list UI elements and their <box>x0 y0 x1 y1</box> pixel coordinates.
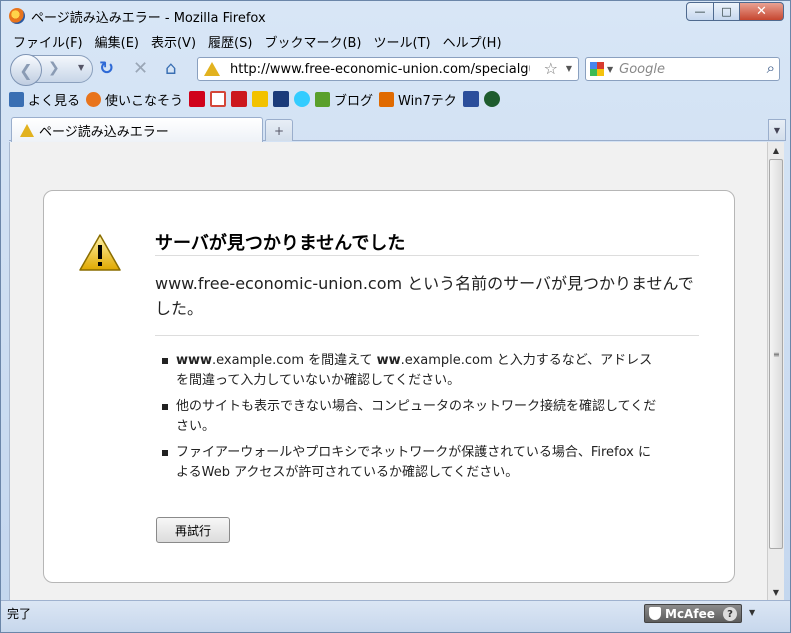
new-tab-button[interactable]: + <box>265 119 293 141</box>
back-forward-group: ❮ ❯ ▼ <box>10 54 93 86</box>
maximize-button[interactable]: □ <box>714 2 740 21</box>
google-icon[interactable] <box>590 62 604 76</box>
magnifier-icon <box>9 91 24 107</box>
url-input[interactable]: http://www.free-economic-union.com/speci… <box>230 62 530 77</box>
title-bar: ページ読み込みエラー - Mozilla Firefox — □ ✕ <box>1 1 790 31</box>
retry-button[interactable]: 再試行 <box>156 517 230 543</box>
mcafee-shield-icon <box>649 607 661 620</box>
warning-icon <box>20 123 34 137</box>
gmail-icon[interactable] <box>210 91 227 107</box>
n-icon[interactable] <box>483 91 500 107</box>
search-bar[interactable]: ▼ Google ⌕ <box>585 57 780 81</box>
search-input[interactable]: Google <box>619 62 665 77</box>
menu-file[interactable]: ファイル(F) <box>7 32 89 51</box>
divider <box>155 335 699 336</box>
bookmark-label: 使いこなそう <box>105 93 184 109</box>
warning-icon <box>204 62 220 76</box>
list-item: ファイアーウォールやプロキシでネットワークが保護されている場合、Firefox … <box>162 443 662 483</box>
bookmark-most-visited[interactable]: よく見る <box>9 90 80 109</box>
tab-page-load-error[interactable]: ページ読み込みエラー <box>11 117 263 142</box>
help-icon[interactable]: ? <box>723 607 737 621</box>
tab-list-dropdown-icon[interactable]: ▼ <box>768 119 786 141</box>
firefox-icon <box>9 8 25 24</box>
url-bar[interactable]: http://www.free-economic-union.com/speci… <box>197 57 579 81</box>
ww-icon[interactable] <box>462 91 479 107</box>
menu-history[interactable]: 履歴(S) <box>202 32 258 51</box>
status-text: 完了 <box>7 607 32 621</box>
bullet-icon <box>162 404 168 410</box>
menu-edit[interactable]: 編集(E) <box>89 32 145 51</box>
star-icon[interactable]: ☆ <box>544 59 558 78</box>
mcafee-label: McAfee <box>665 606 715 621</box>
menu-bar: ファイル(F) 編集(E) 表示(V) 履歴(S) ブックマーク(B) ツール(… <box>7 31 508 51</box>
scrollbar-thumb[interactable]: ≡ <box>769 159 783 549</box>
error-suggestions: www.example.com を間違えて ww.example.com と入力… <box>162 351 662 489</box>
home-icon[interactable]: ⌂ <box>165 59 176 79</box>
youtube-icon[interactable] <box>231 91 248 107</box>
navigation-toolbar: ❮ ❯ ▼ ↻ ✕ ⌂ http://www.free-economic-uni… <box>7 53 786 86</box>
menu-view[interactable]: 表示(V) <box>145 32 202 51</box>
twitter-icon[interactable] <box>294 91 311 107</box>
list-item: 他のサイトも表示できない場合、コンピュータのネットワーク接続を確認してください。 <box>162 397 662 437</box>
vertical-scrollbar[interactable]: ▲ ≡ ▼ <box>767 142 784 600</box>
window-title: ページ読み込みエラー - Mozilla Firefox <box>31 10 266 26</box>
forward-button[interactable]: ❯ <box>48 60 60 76</box>
u-icon[interactable] <box>273 91 290 107</box>
menu-tools[interactable]: ツール(T) <box>368 32 437 51</box>
bullet-icon <box>162 450 168 456</box>
close-button[interactable]: ✕ <box>740 2 784 21</box>
divider <box>155 255 699 256</box>
bookmark-getting-started[interactable]: 使いこなそう <box>86 90 183 109</box>
blog-icon <box>315 91 331 107</box>
bullet-icon <box>162 358 168 364</box>
error-page-container: サーバが見つかりませんでした www.free-economic-union.c… <box>43 190 735 583</box>
win7-icon <box>379 91 395 107</box>
error-description: www.free-economic-union.com という名前のサーバが見つ… <box>155 274 694 318</box>
bookmark-win7[interactable]: Win7テク <box>379 90 457 109</box>
url-dropdown-icon[interactable]: ▼ <box>566 64 572 73</box>
warning-icon <box>79 234 121 271</box>
back-button[interactable]: ❮ <box>10 54 42 86</box>
mcafee-site-advisor[interactable]: McAfee ? <box>644 604 742 623</box>
bookmark-yellow-icon[interactable] <box>252 91 269 107</box>
scroll-up-icon[interactable]: ▲ <box>768 142 784 158</box>
window-controls: — □ ✕ <box>686 2 784 21</box>
browser-window: ページ読み込みエラー - Mozilla Firefox — □ ✕ ファイル(… <box>0 0 791 633</box>
tab-bar: ページ読み込みエラー + ▼ <box>9 115 786 142</box>
reload-icon[interactable]: ↻ <box>99 59 114 79</box>
bookmark-blog[interactable]: ブログ <box>315 90 373 109</box>
grip-icon: ≡ <box>773 350 780 359</box>
menu-bookmarks[interactable]: ブックマーク(B) <box>258 32 367 51</box>
bookmark-label: よく見る <box>28 93 81 109</box>
status-bar: 完了 McAfee ? ▼ <box>1 600 790 632</box>
search-engine-dropdown-icon[interactable]: ▼ <box>607 65 613 74</box>
tab-label: ページ読み込みエラー <box>39 124 169 140</box>
bookmark-label: ブログ <box>334 93 374 109</box>
stop-icon[interactable]: ✕ <box>133 59 148 79</box>
bookmark-label: Win7テク <box>398 93 457 109</box>
history-dropdown-icon[interactable]: ▼ <box>78 63 84 72</box>
minimize-button[interactable]: — <box>686 2 714 21</box>
back-arrow-icon: ❮ <box>19 60 33 80</box>
search-icon[interactable]: ⌕ <box>767 59 775 77</box>
mcafee-dropdown-icon[interactable]: ▼ <box>749 608 755 617</box>
scroll-down-icon[interactable]: ▼ <box>768 584 784 600</box>
error-title: サーバが見つかりませんでした <box>155 233 406 254</box>
list-item: www.example.com を間違えて ww.example.com と入力… <box>162 351 662 391</box>
yahoo-icon[interactable] <box>189 91 206 107</box>
firefox-icon <box>86 91 102 107</box>
bookmarks-toolbar: よく見る 使いこなそう ブログ Win7テク <box>9 88 505 110</box>
menu-help[interactable]: ヘルプ(H) <box>437 32 508 51</box>
page-content: サーバが見つかりませんでした www.free-economic-union.c… <box>9 142 767 600</box>
